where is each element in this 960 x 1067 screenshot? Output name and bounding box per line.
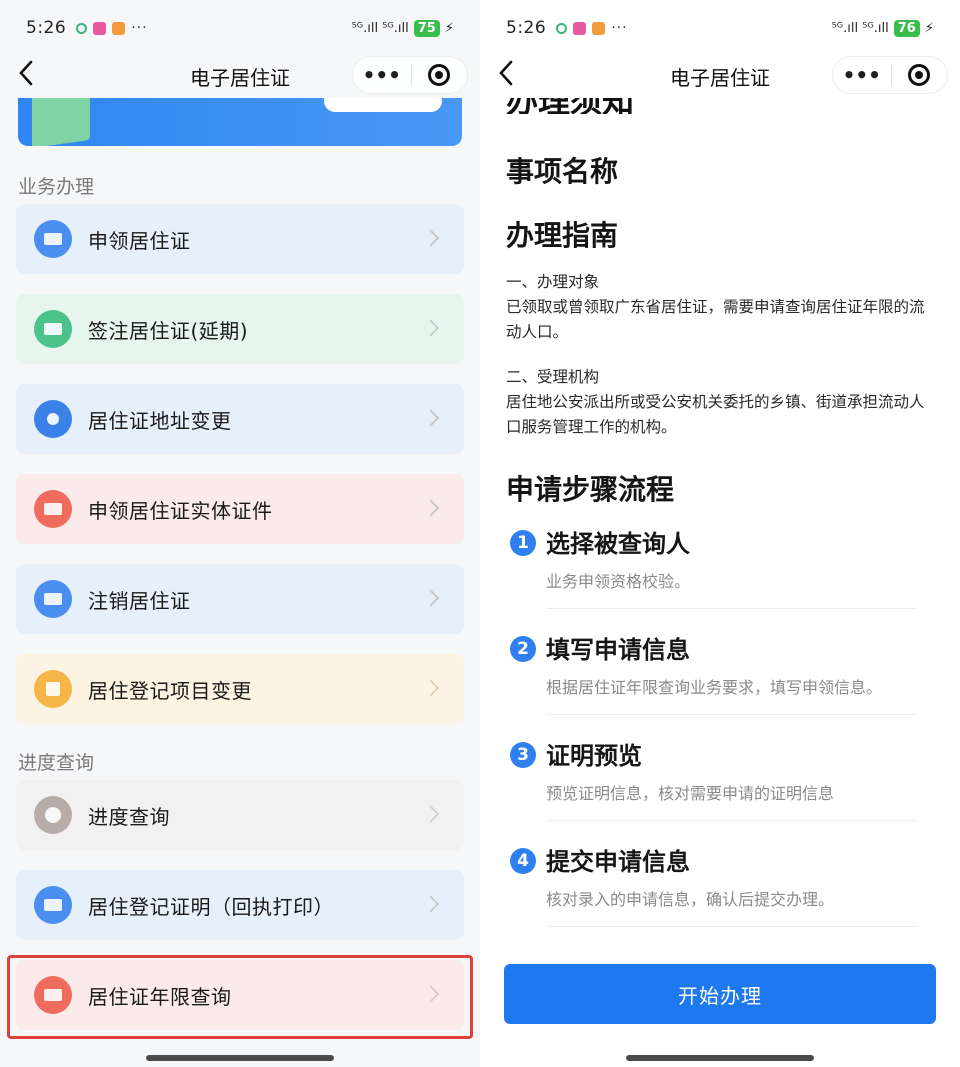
status-right: ⁵ᴳ.ıll ⁵ᴳ.ıll 76 ⚡ — [831, 19, 934, 37]
steps-heading: 申请步骤流程 — [506, 473, 675, 506]
battery-level: 76 — [893, 19, 920, 37]
service-label: 申领居住证实体证件 — [88, 498, 273, 523]
search-progress-icon — [34, 796, 72, 834]
service-cancel-permit[interactable]: 注销居住证 — [16, 564, 464, 634]
more-notifications-icon: ··· — [611, 20, 628, 36]
signal-icon: ⁵ᴳ.ıll ⁵ᴳ.ıll — [831, 20, 889, 36]
service-label: 居住登记证明（回执打印） — [88, 894, 334, 919]
right-phone-screen: 5:26 ··· ⁵ᴳ.ıll ⁵ᴳ.ıll 76 ⚡ 电子居住证 ••• 办理… — [480, 0, 960, 1067]
charging-icon: ⚡ — [924, 20, 934, 36]
more-menu-icon[interactable]: ••• — [833, 63, 891, 87]
left-phone-screen: 5:26 ··· ⁵ᴳ.ıll ⁵ᴳ.ıll 75 ⚡ 电子居住证 ••• 业务… — [0, 0, 480, 1067]
service-label: 申领居住证 — [88, 228, 191, 253]
service-label: 居住证地址变更 — [88, 408, 232, 433]
banner-illustration — [32, 98, 90, 146]
step-title: 证明预览 — [546, 742, 642, 770]
chevron-right-icon — [428, 318, 440, 338]
step-description: 业务申领资格校验。 — [546, 572, 691, 591]
chevron-right-icon — [428, 894, 440, 914]
service-label: 注销居住证 — [88, 588, 191, 613]
step-title: 提交申请信息 — [546, 848, 690, 876]
service-physical-card[interactable]: 申领居住证实体证件 — [16, 474, 464, 544]
step-description: 根据居住证年限查询业务要求，填写申领信息。 — [546, 678, 883, 697]
location-pin-icon — [34, 400, 72, 438]
chevron-right-icon — [428, 498, 440, 518]
app-notification-icon — [76, 22, 88, 34]
miniprogram-capsule: ••• — [352, 56, 468, 94]
service-label: 居住登记项目变更 — [88, 678, 252, 703]
chevron-right-icon — [428, 678, 440, 698]
agency-heading: 二、受理机构 — [506, 368, 600, 386]
step-number-badge: 2 — [510, 636, 536, 662]
step-description: 预览证明信息，核对需要申请的证明信息 — [546, 784, 835, 803]
clipped-heading: 办理须知 — [506, 98, 706, 114]
service-certificate-print[interactable]: 居住登记证明（回执打印） — [16, 870, 464, 940]
certificate-print-icon — [34, 886, 72, 924]
step-number-badge: 4 — [510, 848, 536, 874]
signal-icon: ⁵ᴳ.ıll ⁵ᴳ.ıll — [351, 20, 409, 36]
service-label: 签注居住证(延期) — [88, 318, 249, 343]
endorse-icon — [34, 310, 72, 348]
step-number-badge: 1 — [510, 530, 536, 556]
divider — [546, 820, 916, 821]
close-miniprogram-icon[interactable] — [411, 64, 467, 86]
status-bar: 5:26 ··· ⁵ᴳ.ıll ⁵ᴳ.ıll 76 ⚡ — [480, 0, 960, 56]
item-name-heading: 事项名称 — [506, 155, 619, 188]
app-notification-icon — [112, 21, 126, 35]
step-description: 核对录入的申请信息，确认后提交办理。 — [546, 890, 835, 909]
service-progress-query[interactable]: 进度查询 — [16, 780, 464, 850]
divider — [546, 926, 916, 927]
step-title: 填写申请信息 — [546, 636, 690, 664]
agency-text: 居住地公安派出所或受公安机关委托的乡镇、街道承担流动人口服务管理工作的机构。 — [506, 393, 925, 436]
home-indicator[interactable] — [626, 1055, 814, 1061]
guide-heading: 办理指南 — [506, 219, 619, 252]
app-notification-icon — [592, 21, 606, 35]
status-time: 5:26 — [26, 18, 67, 38]
status-time: 5:26 — [506, 18, 547, 38]
chevron-right-icon — [428, 804, 440, 824]
service-label: 进度查询 — [88, 804, 170, 829]
service-endorse-permit[interactable]: 签注居住证(延期) — [16, 294, 464, 364]
notification-icons: ··· — [556, 20, 627, 36]
section-title-business: 业务办理 — [18, 176, 95, 198]
step-title: 选择被查询人 — [546, 530, 690, 558]
target-text: 已领取或曾领取广东省居住证，需要申请查询居住证年限的流动人口。 — [506, 298, 925, 341]
app-notification-icon — [573, 21, 587, 35]
nav-bar: 电子居住证 ••• — [0, 56, 480, 96]
home-indicator[interactable] — [146, 1055, 334, 1061]
divider — [546, 714, 916, 715]
highlight-frame — [7, 955, 473, 1039]
app-notification-icon — [93, 21, 107, 35]
chevron-right-icon — [428, 228, 440, 248]
battery-level: 75 — [413, 19, 440, 37]
physical-card-icon — [34, 490, 72, 528]
service-registration-change[interactable]: 居住登记项目变更 — [16, 654, 464, 724]
miniprogram-capsule: ••• — [832, 56, 948, 94]
id-card-icon — [34, 220, 72, 258]
more-menu-icon[interactable]: ••• — [353, 63, 411, 87]
divider — [546, 608, 916, 609]
back-icon[interactable] — [496, 58, 526, 94]
nav-bar: 电子居住证 ••• — [480, 56, 960, 96]
target-heading: 一、办理对象 — [506, 273, 600, 291]
more-notifications-icon: ··· — [131, 20, 148, 36]
chevron-right-icon — [428, 588, 440, 608]
banner-button[interactable] — [324, 98, 442, 112]
change-items-icon — [34, 670, 72, 708]
section-title-progress: 进度查询 — [18, 752, 95, 774]
start-processing-button[interactable]: 开始办理 — [504, 964, 936, 1024]
chevron-right-icon — [428, 408, 440, 428]
step-number-badge: 3 — [510, 742, 536, 768]
service-apply-residence-permit[interactable]: 申领居住证 — [16, 204, 464, 274]
top-banner[interactable] — [18, 98, 462, 146]
service-address-change[interactable]: 居住证地址变更 — [16, 384, 464, 454]
cancel-card-icon — [34, 580, 72, 618]
notification-icons: ··· — [76, 20, 147, 36]
app-notification-icon — [556, 22, 568, 34]
status-bar: 5:26 ··· ⁵ᴳ.ıll ⁵ᴳ.ıll 75 ⚡ — [0, 0, 480, 56]
status-right: ⁵ᴳ.ıll ⁵ᴳ.ıll 75 ⚡ — [351, 19, 454, 37]
back-icon[interactable] — [16, 58, 46, 94]
charging-icon: ⚡ — [444, 20, 454, 36]
close-miniprogram-icon[interactable] — [891, 64, 947, 86]
